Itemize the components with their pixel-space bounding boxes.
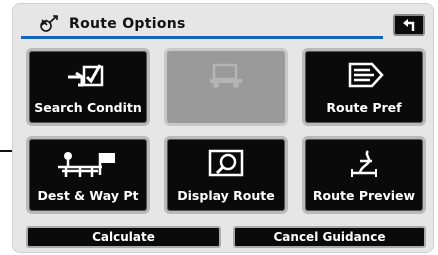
destination-waypoint-icon bbox=[58, 152, 115, 177]
search-conditions-icon bbox=[68, 64, 104, 87]
vehicle-button bbox=[164, 48, 288, 126]
return-arrow-icon bbox=[403, 19, 415, 31]
vehicle-icon bbox=[210, 63, 242, 88]
route-preference-label: Route Pref bbox=[326, 100, 402, 115]
page-title: Route Options bbox=[69, 16, 186, 32]
calculate-button[interactable]: Calculate bbox=[26, 226, 221, 248]
search-conditions-button[interactable]: Search Conditn bbox=[26, 48, 150, 126]
display-route-icon bbox=[208, 149, 244, 177]
route-preview-label: Route Preview bbox=[312, 188, 416, 203]
route-preview-button[interactable]: Route Preview bbox=[302, 136, 426, 214]
display-route-button[interactable]: Display Route bbox=[164, 136, 288, 214]
satellite-arrow-icon bbox=[40, 15, 58, 32]
route-preference-icon bbox=[348, 62, 384, 88]
back-button[interactable] bbox=[393, 14, 425, 36]
route-options-screen: Route Options Search Conditn Route Pref … bbox=[12, 3, 434, 253]
route-preview-icon bbox=[351, 150, 377, 177]
route-preference-button[interactable]: Route Pref bbox=[302, 48, 426, 126]
destination-waypoint-button[interactable]: Dest & Way Pt bbox=[26, 136, 150, 214]
header-accent-line bbox=[21, 36, 383, 39]
display-route-label: Display Route bbox=[177, 188, 275, 203]
cancel-guidance-button[interactable]: Cancel Guidance bbox=[233, 226, 426, 248]
callout-leader-line bbox=[0, 150, 12, 152]
search-conditions-label: Search Conditn bbox=[34, 100, 142, 115]
header-bar: Route Options bbox=[21, 10, 427, 39]
destination-waypoint-label: Dest & Way Pt bbox=[37, 188, 139, 203]
